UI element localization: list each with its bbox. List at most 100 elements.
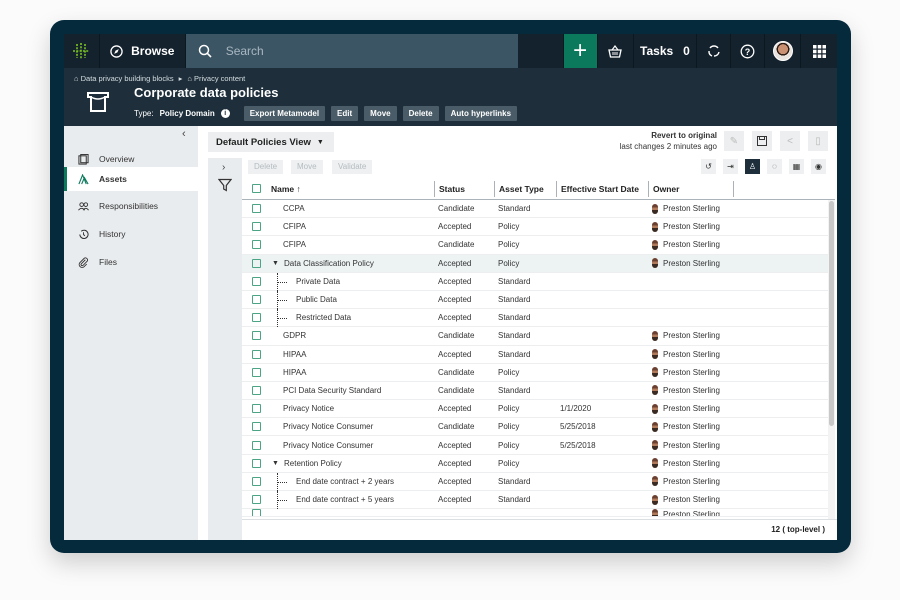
cell-owner[interactable]: Preston Sterling xyxy=(648,239,734,250)
row-checkbox[interactable] xyxy=(252,458,261,468)
expand-caret-icon[interactable]: ▼ xyxy=(272,260,280,267)
row-checkbox[interactable] xyxy=(252,385,261,395)
table-row-partial[interactable]: Preston Sterling xyxy=(242,509,835,518)
cell-owner[interactable]: Preston Sterling xyxy=(648,221,734,232)
table-row[interactable]: CFIPA Candidate Policy Preston Sterling xyxy=(242,236,835,255)
bulk-delete-button[interactable]: Delete xyxy=(248,160,284,174)
type-value[interactable]: Policy Domain xyxy=(160,109,215,118)
expand-panel-icon[interactable]: › xyxy=(222,162,225,173)
cell-owner[interactable]: Preston Sterling xyxy=(648,509,734,517)
row-checkbox[interactable] xyxy=(252,313,261,323)
cell-owner[interactable]: Preston Sterling xyxy=(648,385,734,396)
cell-owner[interactable]: Preston Sterling xyxy=(648,203,734,214)
table-row[interactable]: Public Data Accepted Standard xyxy=(242,290,835,310)
home-logo-button[interactable] xyxy=(64,34,100,68)
row-checkbox[interactable] xyxy=(252,240,261,250)
cell-name[interactable]: CFIPA xyxy=(271,222,434,231)
sidebar-item-assets[interactable]: Assets xyxy=(64,167,198,191)
sidebar-item-files[interactable]: Files xyxy=(64,250,198,274)
user-menu-button[interactable] xyxy=(765,34,802,68)
sidebar-item-responsibilities[interactable]: Responsibilities xyxy=(64,194,198,218)
view-selector[interactable]: Default Policies View ▼ xyxy=(208,132,334,152)
table-row[interactable]: HIPAA Candidate Policy Preston Sterling xyxy=(242,364,835,382)
apps-button[interactable] xyxy=(801,34,837,68)
row-checkbox[interactable] xyxy=(252,509,261,517)
hierarchy-view-button[interactable]: ♙ xyxy=(745,159,760,174)
row-checkbox[interactable] xyxy=(252,331,261,341)
table-row[interactable]: CCPA Candidate Standard Preston Sterling xyxy=(242,200,835,219)
expand-caret-icon[interactable]: ▼ xyxy=(272,460,280,467)
breadcrumb-item-1[interactable]: ⌂ Data privacy building blocks xyxy=(74,74,174,83)
edit-view-button[interactable]: ✎ xyxy=(724,131,744,151)
cell-name[interactable]: Public Data xyxy=(271,295,434,304)
column-status[interactable]: Status xyxy=(434,180,494,197)
cell-name[interactable]: Privacy Notice xyxy=(271,404,434,413)
table-row[interactable]: CFIPA Accepted Policy Preston Sterling xyxy=(242,218,835,237)
create-button[interactable]: + xyxy=(563,34,598,68)
move-button[interactable]: Move xyxy=(364,106,397,121)
info-icon[interactable]: i xyxy=(220,109,230,118)
cell-name[interactable]: HIPAA xyxy=(271,368,434,377)
save-view-button[interactable] xyxy=(752,131,772,151)
cell-owner[interactable]: Preston Sterling xyxy=(648,349,734,360)
visibility-button[interactable]: ◉ xyxy=(811,159,826,174)
cell-name[interactable]: Restricted Data xyxy=(271,313,434,322)
edit-button[interactable]: Edit xyxy=(331,106,359,121)
cell-name[interactable]: Privacy Notice Consumer xyxy=(271,422,434,431)
column-name[interactable]: Name ↑ xyxy=(271,184,434,194)
row-checkbox[interactable] xyxy=(252,276,261,286)
basket-button[interactable] xyxy=(598,34,634,68)
cell-owner[interactable]: Preston Sterling xyxy=(648,440,734,451)
refresh-button[interactable] xyxy=(697,34,732,68)
cell-name[interactable]: PCI Data Security Standard xyxy=(271,386,434,395)
collapse-sidebar-icon[interactable]: ‹ xyxy=(182,128,186,140)
search-input[interactable]: Search xyxy=(185,34,518,68)
column-owner[interactable]: Owner xyxy=(648,180,734,197)
table-row[interactable]: ▼ Data Classification Policy Accepted Polic… xyxy=(242,254,835,273)
rotate-view-button[interactable]: ↺ xyxy=(701,159,716,174)
export-metamodel-button[interactable]: Export Metamodel xyxy=(243,106,326,121)
table-row[interactable]: Private Data Accepted Standard xyxy=(242,272,835,291)
row-checkbox[interactable] xyxy=(252,222,261,232)
column-asset-type[interactable]: Asset Type xyxy=(494,180,556,197)
row-checkbox[interactable] xyxy=(252,495,261,505)
grid-view-button[interactable]: ▦ xyxy=(789,159,804,174)
cell-name[interactable]: CCPA xyxy=(271,204,434,213)
row-checkbox[interactable] xyxy=(252,422,261,432)
help-button[interactable]: ? xyxy=(731,34,766,68)
cell-owner[interactable]: Preston Sterling xyxy=(648,494,734,505)
select-all-checkbox[interactable] xyxy=(252,184,261,193)
cell-owner[interactable]: Preston Sterling xyxy=(648,403,734,414)
column-effective-start-date[interactable]: Effective Start Date xyxy=(556,180,648,197)
cell-owner[interactable]: Preston Sterling xyxy=(648,458,734,469)
share-view-button[interactable]: < xyxy=(780,131,800,151)
table-row[interactable]: ▼ Retention Policy Accepted Policy Preston S… xyxy=(242,455,835,473)
breadcrumb-item-2[interactable]: ⌂ Privacy content xyxy=(187,74,245,83)
cell-name[interactable]: CFIPA xyxy=(271,240,434,249)
cell-name[interactable]: GDPR xyxy=(271,331,434,340)
bulk-validate-button[interactable]: Validate xyxy=(332,160,373,174)
cell-name[interactable]: ▼ Data Classification Policy xyxy=(271,259,434,268)
table-row[interactable]: End date contract + 2 years Accepted Stand… xyxy=(242,472,835,491)
row-checkbox[interactable] xyxy=(252,440,261,450)
cell-name[interactable]: Privacy Notice Consumer xyxy=(271,441,434,450)
auto-hyperlinks-button[interactable]: Auto hyperlinks xyxy=(444,106,518,121)
browse-button[interactable]: Browse xyxy=(100,34,186,68)
table-row[interactable]: End date contract + 5 years Accepted Stand… xyxy=(242,491,835,510)
table-row[interactable]: Privacy Notice Accepted Policy 1/1/2020 Pres… xyxy=(242,400,835,419)
delete-view-button[interactable]: ▯ xyxy=(808,131,828,151)
cell-name[interactable]: End date contract + 5 years xyxy=(271,495,434,504)
export-view-button[interactable]: ⇥ xyxy=(723,159,738,174)
diagram-view-button[interactable]: ◌ xyxy=(767,159,782,174)
table-row[interactable]: Privacy Notice Consumer Candidate Policy 5/… xyxy=(242,418,835,437)
table-row[interactable]: Privacy Notice Consumer Accepted Policy 5/2… xyxy=(242,436,835,455)
cell-name[interactable]: HIPAA xyxy=(271,350,434,359)
cell-owner[interactable]: Preston Sterling xyxy=(648,330,734,341)
cell-name[interactable]: End date contract + 2 years xyxy=(271,477,434,486)
table-row[interactable]: Restricted Data Accepted Standard xyxy=(242,309,835,328)
delete-button[interactable]: Delete xyxy=(402,106,439,121)
row-checkbox[interactable] xyxy=(252,258,261,268)
cell-owner[interactable]: Preston Sterling xyxy=(648,258,734,269)
row-checkbox[interactable] xyxy=(252,295,261,305)
bulk-move-button[interactable]: Move xyxy=(291,160,323,174)
